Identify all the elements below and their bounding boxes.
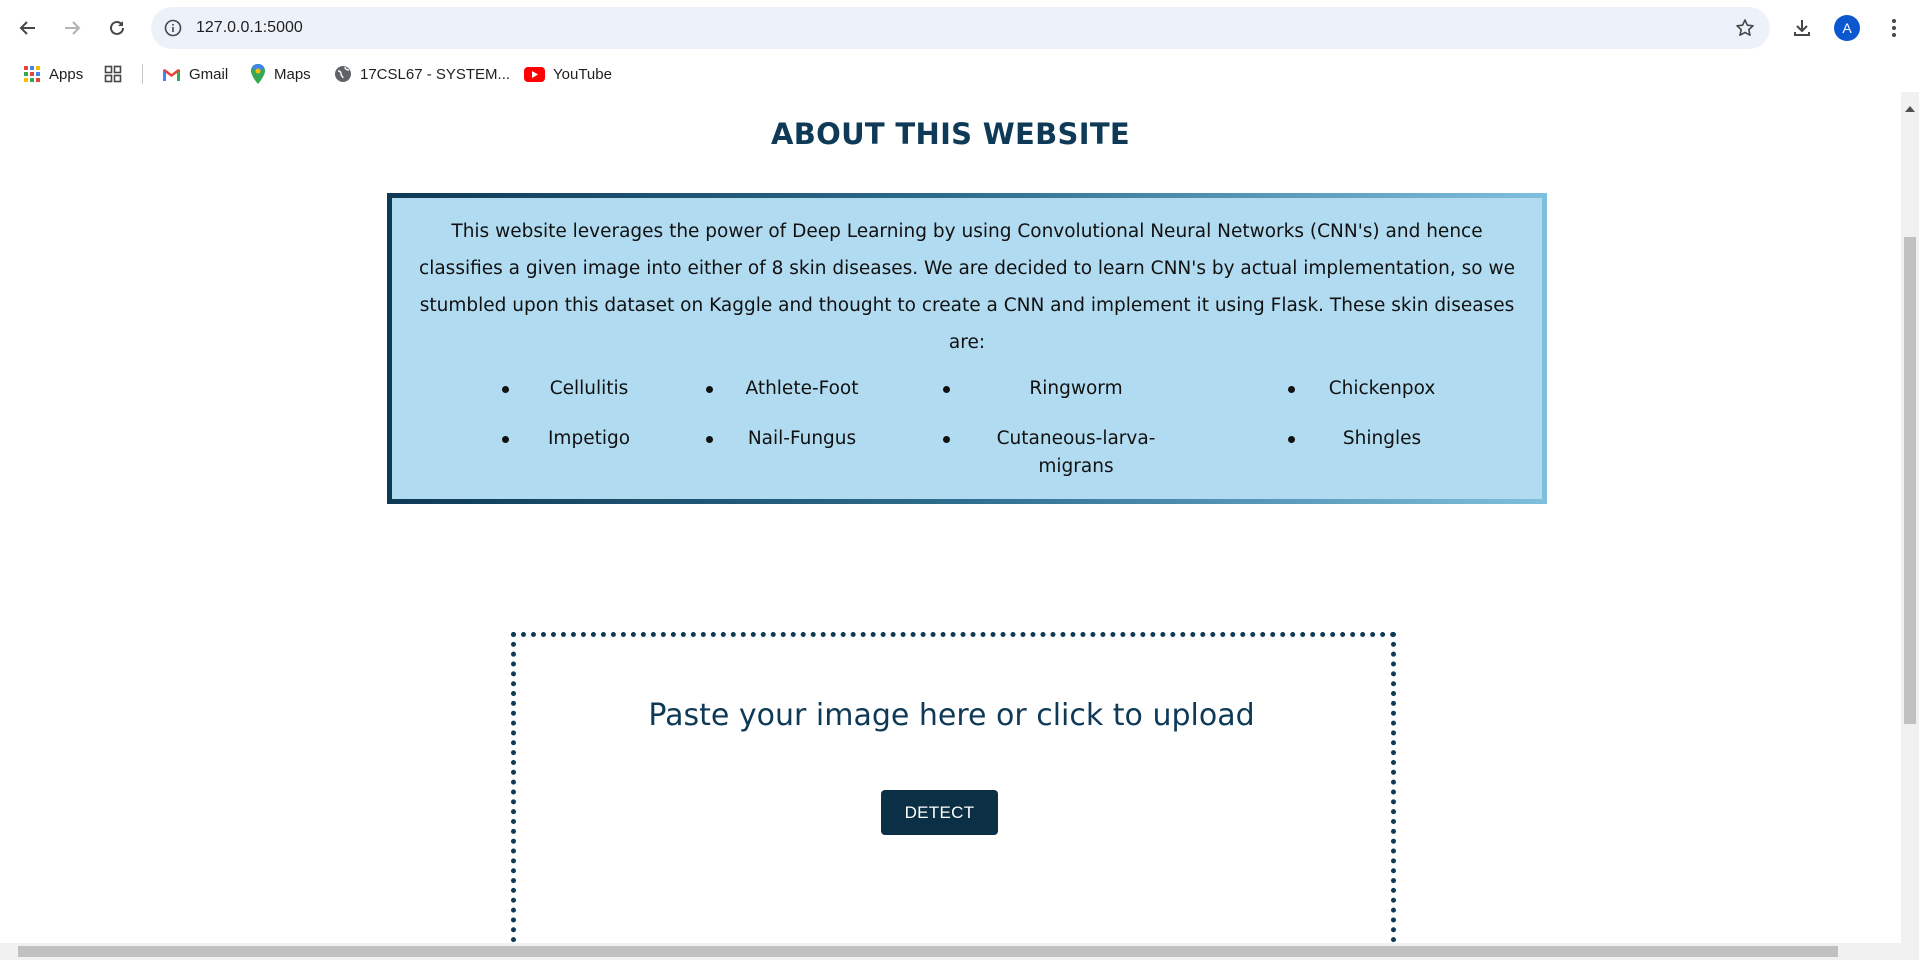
address-bar[interactable]: 127.0.0.1:5000 — [151, 7, 1770, 49]
url-text[interactable]: 127.0.0.1:5000 — [196, 7, 303, 49]
globe-icon — [335, 66, 351, 82]
bookmark-youtube[interactable]: YouTube — [524, 62, 612, 86]
bullet-icon — [1288, 436, 1295, 443]
reload-icon — [110, 20, 124, 35]
bookmark-label: YouTube — [553, 65, 612, 83]
gmail-icon — [163, 68, 180, 81]
about-description: This website leverages the power of Deep… — [419, 221, 1515, 353]
disease-item-cutaneous-larva-migrans: Cutaneous-larva-migrans — [996, 428, 1156, 477]
disease-item-shingles: Shingles — [1342, 428, 1422, 449]
menu-button[interactable] — [1878, 12, 1910, 44]
back-button[interactable] — [12, 12, 44, 44]
forward-arrow-icon — [65, 21, 81, 35]
image-upload-dropzone[interactable] — [511, 632, 1396, 943]
vertical-scrollbar[interactable] — [1901, 92, 1919, 943]
kebab-menu-icon — [1892, 19, 1896, 37]
site-info-icon[interactable] — [163, 18, 183, 38]
reload-button[interactable] — [101, 12, 133, 44]
disease-item-impetigo: Impetigo — [547, 428, 631, 449]
upload-prompt[interactable]: Paste your image here or click to upload — [0, 698, 1903, 733]
disease-item-nail-fungus: Nail-Fungus — [747, 428, 857, 449]
about-title: ABOUT THIS WEBSITE — [770, 117, 1131, 151]
downloads-button[interactable] — [1786, 12, 1818, 44]
bookmark-apps[interactable]: Apps — [23, 62, 83, 86]
bookmarks-bar: Apps Gmail Maps 17CSL67 - SYSTEM... YouT… — [0, 56, 1919, 92]
bullet-icon — [943, 436, 950, 443]
bullet-icon — [502, 386, 509, 393]
bookmark-tab-groups[interactable] — [104, 62, 122, 86]
forward-button[interactable] — [56, 12, 88, 44]
bookmarks-divider — [142, 64, 143, 84]
apps-grid-icon — [24, 66, 40, 82]
bookmark-star-icon[interactable] — [1734, 17, 1756, 39]
about-box: This website leverages the power of Deep… — [387, 193, 1547, 504]
bookmark-label: 17CSL67 - SYSTEM... — [360, 65, 511, 83]
maps-pin-icon — [251, 64, 265, 84]
bookmark-label: Maps — [274, 65, 311, 83]
bullet-icon — [1288, 386, 1295, 393]
scroll-up-arrow-icon[interactable] — [1905, 106, 1915, 112]
profile-avatar[interactable]: A — [1834, 15, 1860, 41]
tab-groups-icon — [104, 65, 122, 83]
vertical-scroll-thumb[interactable] — [1904, 237, 1916, 724]
disease-item-cellulitis: Cellulitis — [549, 378, 629, 399]
back-arrow-icon — [19, 21, 35, 35]
youtube-icon — [524, 66, 545, 82]
bookmark-label: Apps — [49, 65, 84, 83]
disease-item-chickenpox: Chickenpox — [1328, 378, 1436, 399]
browser-toolbar: 127.0.0.1:5000 A — [0, 0, 1919, 56]
download-icon — [1794, 20, 1810, 36]
horizontal-scroll-thumb[interactable] — [18, 946, 1838, 957]
bullet-icon — [943, 386, 950, 393]
bookmark-gmail[interactable]: Gmail — [162, 62, 228, 86]
detect-button[interactable]: DETECT — [881, 790, 998, 835]
horizontal-scrollbar[interactable] — [0, 943, 1919, 960]
bullet-icon — [706, 386, 713, 393]
disease-item-athlete-foot: Athlete-Foot — [745, 378, 859, 399]
disease-item-ringworm: Ringworm — [1029, 378, 1123, 399]
bullet-icon — [706, 436, 713, 443]
bookmark-17csl67[interactable]: 17CSL67 - SYSTEM... — [334, 62, 510, 86]
bullet-icon — [502, 436, 509, 443]
bookmark-label: Gmail — [189, 65, 229, 83]
bookmark-maps[interactable]: Maps — [250, 62, 311, 86]
